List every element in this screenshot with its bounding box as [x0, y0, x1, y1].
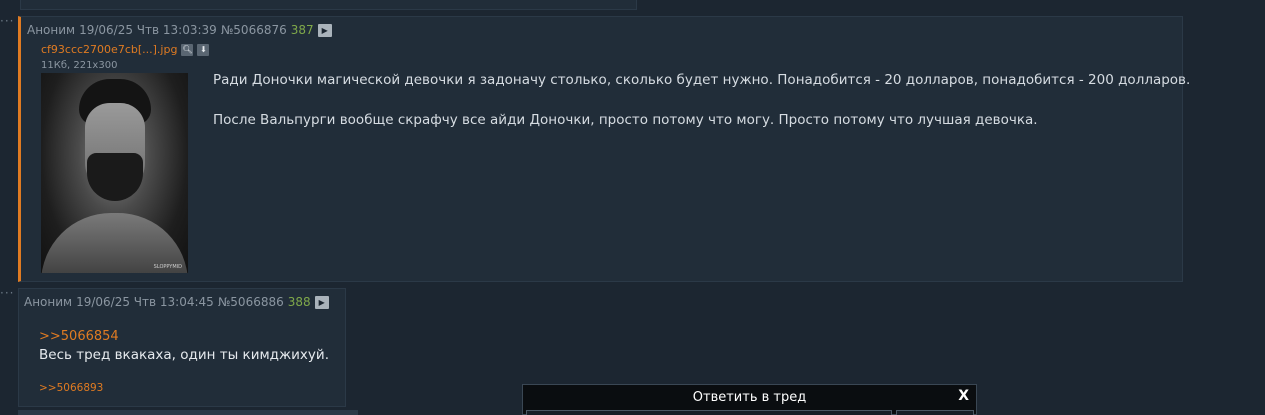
close-icon[interactable]: X: [958, 388, 969, 404]
reply-options-field[interactable]: [896, 410, 974, 415]
post-number-link[interactable]: №5066886: [218, 295, 284, 309]
image-watermark: SLOPPYMID: [153, 264, 182, 270]
post-menu-dots[interactable]: ···: [0, 14, 14, 28]
reply-quote-link[interactable]: >>5066854: [39, 329, 119, 344]
post-header: Аноним 19/06/25 Чтв 13:03:39 №5066876 38…: [27, 23, 332, 37]
post-author: Аноним: [24, 295, 73, 309]
post-number-link[interactable]: №5066876: [221, 23, 287, 37]
download-icon[interactable]: ⬇: [197, 43, 210, 56]
play-icon[interactable]: ▶: [317, 23, 332, 37]
file-meta: 11Кб, 221x300: [41, 60, 118, 71]
post-header: Аноним 19/06/25 Чтв 13:04:45 №5066886 38…: [24, 295, 329, 309]
next-post-edge: [18, 410, 358, 415]
post: Аноним 19/06/25 Чтв 13:04:45 №5066886 38…: [18, 288, 346, 407]
post-date: 19/06/25 Чтв 13:03:39: [79, 23, 217, 37]
reply-form-title[interactable]: Ответить в тред: [523, 390, 976, 405]
post-paragraph: После Вальпурги вообще скрафчу все айди …: [213, 112, 1038, 128]
post-paragraph: Ради Доночки магической девочки я задона…: [213, 72, 1191, 88]
backlink[interactable]: >>5066893: [39, 382, 103, 394]
previous-post-edge: [20, 0, 637, 10]
post-author: Аноним: [27, 23, 76, 37]
search-icon[interactable]: 🔍︎: [181, 43, 194, 56]
post-date: 19/06/25 Чтв 13:04:45: [76, 295, 214, 309]
post-image-thumbnail[interactable]: SLOPPYMID: [41, 73, 188, 273]
play-icon[interactable]: ▶: [314, 295, 329, 309]
reply-form: Ответить в тред X: [522, 384, 977, 415]
post: Аноним 19/06/25 Чтв 13:03:39 №5066876 38…: [18, 16, 1190, 282]
post-body: Весь тред вкакаха, один ты кимджихуй.: [39, 347, 329, 363]
reply-name-field[interactable]: [526, 410, 892, 415]
post-menu-dots[interactable]: ···: [0, 286, 14, 300]
post-body: Ради Доночки магической девочки я задона…: [213, 70, 1190, 130]
post-count: 387: [290, 23, 314, 37]
post-count: 388: [287, 295, 311, 309]
file-name-link[interactable]: cf93ccc2700e7cb[...].jpg: [41, 43, 177, 56]
